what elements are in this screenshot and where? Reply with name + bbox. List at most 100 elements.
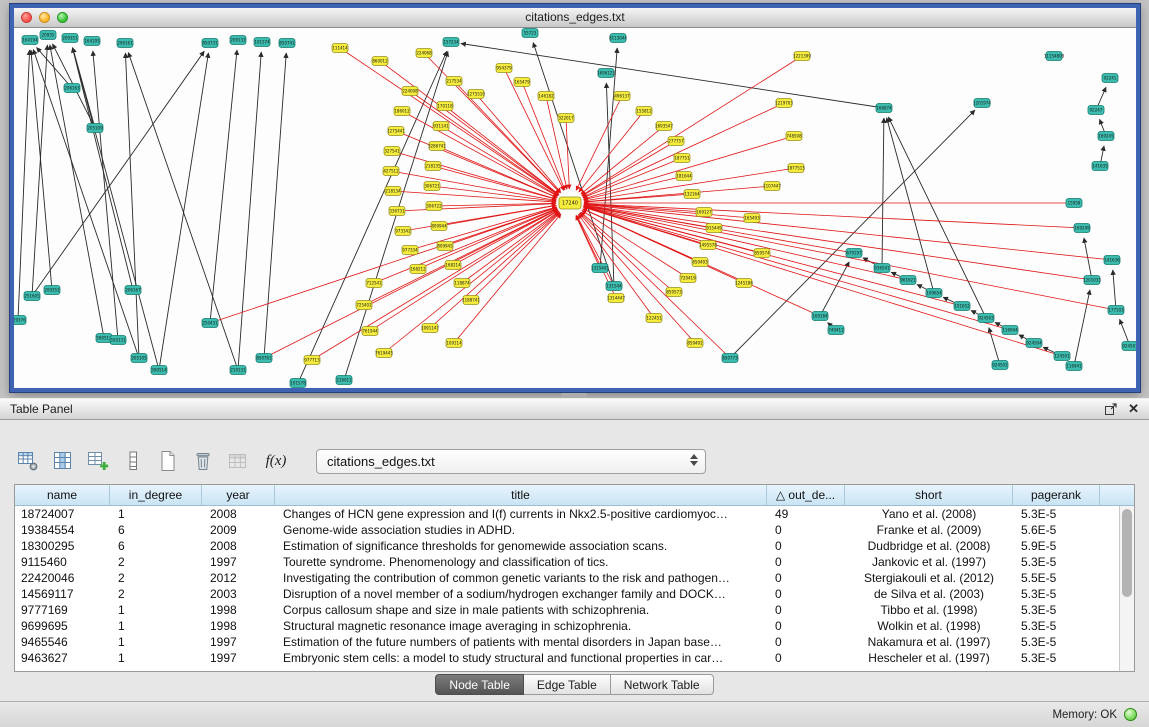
graph-node[interactable]: 809945 [437,242,453,251]
graph-node[interactable]: 205105 [131,354,147,363]
graph-node[interactable]: 250431 [202,319,218,328]
tab-edge-table[interactable]: Edge Table [524,674,611,695]
graph-node[interactable]: 92241 [1102,74,1118,83]
graph-node[interactable]: 206167 [125,286,141,295]
graph-node[interactable]: 209352 [44,286,60,295]
graph-node[interactable]: 217534 [446,77,462,86]
zoom-window-button[interactable] [57,12,68,23]
close-window-button[interactable] [21,12,32,23]
graph-node[interactable]: 218135 [425,162,441,171]
graph-node[interactable]: 169127 [696,208,712,217]
graph-node[interactable]: 850761 [256,354,272,363]
graph-node[interactable]: 124501 [1054,352,1070,361]
graph-node[interactable]: 277757 [668,137,684,146]
table-row[interactable]: 1830029562008Estimation of significance … [15,538,1134,554]
graph-node[interactable]: 740412 [828,326,844,335]
graph-node[interactable]: 169249 [1074,224,1090,233]
table-row[interactable]: 911546021997Tourette syndrome. Phenomeno… [15,554,1134,570]
table-row[interactable]: 977716911998Corpus callosum shape and si… [15,602,1134,618]
graph-node[interactable]: 155812 [636,107,652,116]
graph-node[interactable]: 166874 [876,104,892,113]
graph-node[interactable]: 206163 [64,84,80,93]
float-panel-icon[interactable] [1104,402,1118,416]
graph-node[interactable]: 219131 [230,366,246,375]
graph-node[interactable]: 720419 [680,274,696,283]
show-columns-button[interactable] [49,447,77,475]
table-scrollbar[interactable] [1119,506,1134,671]
graph-node[interactable]: 146182 [538,92,554,101]
graph-node[interactable]: 92247 [1088,106,1104,115]
graph-node[interactable]: 859492 [687,339,703,348]
graph-node[interactable]: 924503 [978,314,994,323]
graph-node[interactable]: 973342 [395,227,411,236]
graph-node[interactable]: 1315445 [591,264,609,273]
graph-node[interactable]: 165493 [744,214,760,223]
column-header-in_degree[interactable]: in_degree [110,485,202,505]
graph-node[interactable]: 1201033 [1083,276,1101,285]
column-header-title[interactable]: title [275,485,767,505]
graph-node[interactable]: 1495578 [699,241,717,250]
column-header-short[interactable]: short [845,485,1013,505]
memory-status-indicator[interactable] [1124,708,1137,721]
table-selector[interactable]: citations_edges.txt [316,449,706,474]
graph-node[interactable]: 209132 [230,36,246,45]
graph-node[interactable]: 186012 [394,107,410,116]
graph-node[interactable]: 336731 [389,207,405,216]
graph-node[interactable]: 1107447 [763,182,781,191]
graph-node[interactable]: 205109 [87,124,103,133]
graph-node[interactable]: 550131 [110,336,126,345]
graph-node[interactable]: 1275441 [387,127,405,136]
graph-node[interactable]: 850741 [279,39,295,48]
graph-node[interactable]: 168212 [410,265,426,274]
graph-node[interactable]: 1696123 [597,69,615,78]
graph-node[interactable]: 116941 [1066,362,1082,371]
table-row[interactable]: 2242004622012Investigating the contribut… [15,570,1134,586]
graph-node[interactable]: 3286741 [428,142,446,151]
graph-node[interactable]: 55723 [522,29,538,38]
graph-node[interactable]: 931141 [433,122,449,131]
new-file-button[interactable] [154,447,182,475]
graph-node[interactable]: 181644 [676,172,692,181]
panel-resize-handle[interactable] [561,393,587,397]
graph-node[interactable]: 216011 [336,376,352,385]
graph-node[interactable]: 131544 [606,282,622,291]
graph-node[interactable]: 7619445 [375,349,393,358]
table-row[interactable]: 1872400712008Changes of HCN gene express… [15,506,1134,522]
graph-node[interactable]: 1693547 [655,122,673,131]
column-header-name[interactable]: name [15,485,110,505]
graph-node[interactable]: 118874 [454,279,470,288]
network-view-window[interactable]: citations_edges.txt 17240224008186012127… [10,4,1140,392]
graph-node[interactable]: 496137 [614,92,630,101]
minimize-window-button[interactable] [39,12,50,23]
graph-node[interactable]: 224068 [416,49,432,58]
graph-node[interactable]: 859574 [754,249,770,258]
graph-node[interactable]: 725402 [356,301,372,310]
table-row[interactable]: 1938455462009Genome-wide association stu… [15,522,1134,538]
graph-node[interactable]: 209351 [62,34,78,43]
graph-node[interactable]: 1275510 [467,90,485,99]
network-canvas[interactable]: 1724022400818601212754413275414275122181… [14,28,1136,388]
graph-node[interactable]: 8113044 [609,34,627,43]
edit-table-button[interactable] [84,447,112,475]
graph-node[interactable]: 111414 [332,44,348,53]
graph-node[interactable]: 322017 [558,114,574,123]
import-table-button[interactable] [224,447,252,475]
graph-node[interactable]: 11154808 [1044,52,1065,61]
graph-node[interactable]: 961621 [900,276,916,285]
graph-node[interactable]: 306721 [424,182,440,191]
graph-node[interactable]: 165479 [514,78,530,87]
graph-node[interactable]: 1219703 [775,99,793,108]
function-builder-button[interactable]: f(x) [259,447,293,475]
column-header-pagerank[interactable]: pagerank [1013,485,1100,505]
table-row[interactable]: 1456911722003Disruption of a novel membe… [15,586,1134,602]
graph-node[interactable]: 157234 [443,38,459,47]
table-row[interactable]: 946362711997Embryonic stem cells: a mode… [15,650,1134,666]
graph-node[interactable]: 109114 [446,339,462,348]
graph-node[interactable]: 1221399 [793,52,811,61]
table-mode-button[interactable] [14,447,42,475]
graph-node[interactable]: 850731 [202,39,218,48]
graph-node[interactable]: 141635 [1092,162,1108,171]
graph-node[interactable]: 679197 [846,249,862,258]
table-row[interactable]: 969969511998Structural magnetic resonanc… [15,618,1134,634]
row-selector-button[interactable] [119,447,147,475]
